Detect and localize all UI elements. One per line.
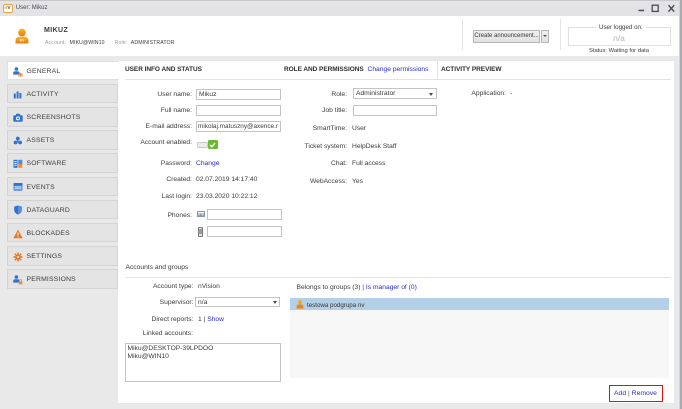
- svg-text:NV: NV: [20, 38, 25, 42]
